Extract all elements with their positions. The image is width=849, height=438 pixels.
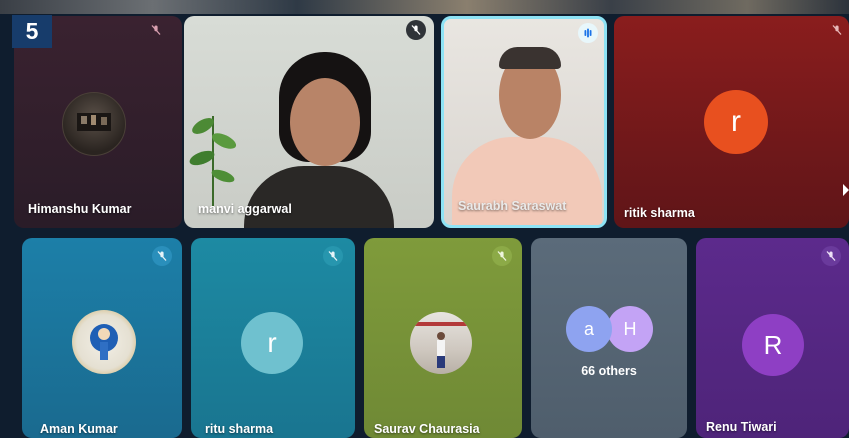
mic-off-icon [821, 246, 841, 266]
tile-aman-kumar[interactable]: Aman Kumar [22, 238, 182, 438]
mic-off-icon [146, 20, 166, 40]
participant-name: manvi aggarwal [198, 202, 292, 216]
chevron-right-icon[interactable] [843, 184, 849, 196]
mic-off-icon [827, 20, 847, 40]
video-person-body [452, 137, 602, 225]
video-plant [188, 96, 238, 206]
mic-off-icon [492, 246, 512, 266]
speaking-icon [578, 23, 598, 43]
background-strip [0, 0, 849, 14]
page-number-badge: 5 [12, 15, 52, 48]
tile-ritu-sharma[interactable]: r ritu sharma [191, 238, 355, 438]
participant-name: Saurav Chaurasia [374, 422, 480, 436]
avatar-h: H [607, 306, 653, 352]
tile-renu-tiwari[interactable]: R Renu Tiwari [696, 238, 849, 438]
tile-ritik-sharma[interactable]: r ritik sharma [614, 16, 849, 228]
tile-saurav-chaurasia[interactable]: Saurav Chaurasia [364, 238, 522, 438]
avatar [62, 92, 126, 156]
others-count: 66 others [581, 364, 637, 378]
participant-name: Himanshu Kumar [28, 202, 132, 216]
mic-off-icon [406, 20, 426, 40]
participant-name: Saurabh Saraswat [458, 199, 567, 213]
avatar: r [704, 90, 768, 154]
avatar: r [241, 312, 303, 374]
tile-saurabh-saraswat[interactable]: Saurabh Saraswat [441, 16, 607, 228]
avatar [72, 310, 136, 374]
video-person-face [290, 78, 360, 166]
participant-name: ritu sharma [205, 422, 274, 436]
avatar: R [742, 314, 804, 376]
avatar [410, 312, 472, 374]
participant-name: Renu Tiwari [706, 420, 777, 434]
video-person-hair [499, 47, 561, 69]
mic-off-icon [323, 246, 343, 266]
participant-name: Aman Kumar [40, 422, 118, 436]
video-person-body [244, 166, 394, 228]
tile-manvi-aggarwal[interactable]: manvi aggarwal [184, 16, 434, 228]
tile-others[interactable]: a H 66 others [531, 238, 687, 438]
participant-name: ritik sharma [624, 206, 695, 220]
mic-off-icon [152, 246, 172, 266]
avatar-a: a [566, 306, 612, 352]
